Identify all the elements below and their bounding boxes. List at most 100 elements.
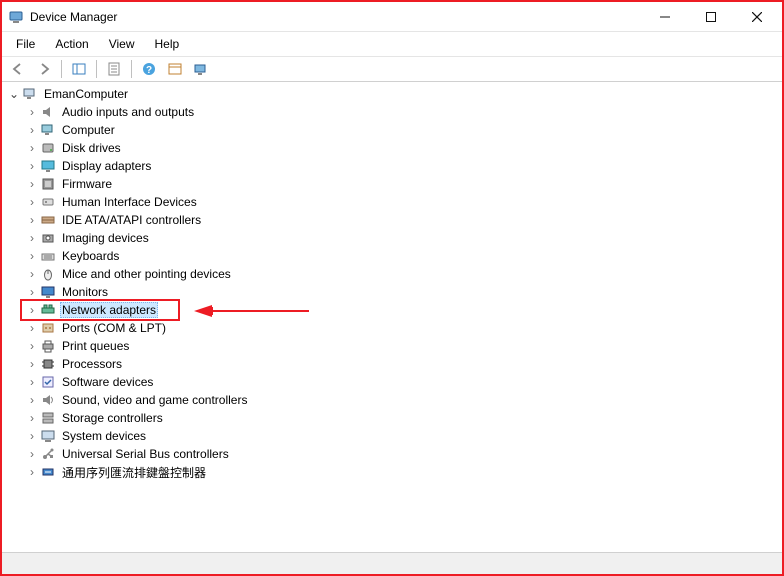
printer-icon [40,338,56,354]
tree-category-node[interactable]: › Human Interface Devices [24,193,782,211]
tree-category-label: Software devices [60,375,155,389]
forward-button[interactable] [32,58,56,80]
tree-category-node[interactable]: › Computer [24,121,782,139]
ide-icon [40,212,56,228]
audio-icon [40,104,56,120]
svg-text:?: ? [146,65,152,76]
menu-help[interactable]: Help [145,34,190,54]
tree-content[interactable]: ⌄ EmanComputer › Audio inputs and outputs… [2,82,782,552]
expand-icon[interactable]: › [24,410,40,426]
expand-icon[interactable]: › [24,428,40,444]
hid-icon [40,194,56,210]
tree-category-label: Monitors [60,285,110,299]
tree-category-label: System devices [60,429,148,443]
show-hide-console-button[interactable] [67,58,91,80]
menu-view[interactable]: View [99,34,145,54]
collapse-icon[interactable]: ⌄ [6,86,22,102]
tree-category-node[interactable]: ›Imaging devices [24,229,782,247]
properties-button[interactable] [102,58,126,80]
expand-icon[interactable]: › [24,122,40,138]
tree-category-node[interactable]: › 通用序列匯流排鍵盤控制器 [24,463,782,481]
tree-category-node[interactable]: › Monitors [24,283,782,301]
tree-category-node[interactable]: › Software devices [24,373,782,391]
toolbar-separator [131,60,132,78]
tree-category-label: Firmware [60,177,114,191]
menu-file[interactable]: File [6,34,45,54]
app-icon [8,9,24,25]
devices-button[interactable] [189,58,213,80]
expand-icon[interactable]: › [24,284,40,300]
tree-category-label: Network adapters [60,302,158,318]
titlebar: Device Manager [2,2,782,32]
maximize-button[interactable] [688,3,734,31]
tree-root-label: EmanComputer [42,87,130,101]
tree-category-label: IDE ATA/ATAPI controllers [60,213,203,227]
statusbar [2,552,782,574]
tree-category-node[interactable]: › Firmware [24,175,782,193]
tree-category-label: Keyboards [60,249,121,263]
scan-hardware-button[interactable] [163,58,187,80]
expand-icon[interactable]: › [24,158,40,174]
tree-category-node[interactable]: › Keyboards [24,247,782,265]
tree-category-label: Display adapters [60,159,153,173]
minimize-button[interactable] [642,3,688,31]
tree-category-node[interactable]: ›Universal Serial Bus controllers [24,445,782,463]
expand-icon[interactable]: › [24,176,40,192]
tree-category-label: Processors [60,357,124,371]
expand-icon[interactable]: › [24,302,40,318]
tree-category-node[interactable]: ›Disk drives [24,139,782,157]
expand-icon[interactable]: › [24,212,40,228]
tree-category-label: Computer [60,123,117,137]
expand-icon[interactable]: › [24,392,40,408]
tree-category-node[interactable]: ›Storage controllers [24,409,782,427]
tree-category-node[interactable]: › Audio inputs and outputs [24,103,782,121]
monitor-icon [40,284,56,300]
tree-category-label: Print queues [60,339,131,353]
software-icon [40,374,56,390]
tree-category-label: Audio inputs and outputs [60,105,196,119]
close-button[interactable] [734,3,780,31]
menubar: File Action View Help [2,32,782,56]
tree-category-node[interactable]: › Processors [24,355,782,373]
tree-root-node[interactable]: ⌄ EmanComputer [4,85,782,103]
tree-category-label: 通用序列匯流排鍵盤控制器 [60,464,208,481]
computer-icon [22,86,38,102]
tree-category-label: Human Interface Devices [60,195,199,209]
cpu-icon [40,356,56,372]
tree-category-node[interactable]: ›Mice and other pointing devices [24,265,782,283]
tree-category-label: Ports (COM & LPT) [60,321,168,335]
expand-icon[interactable]: › [24,374,40,390]
window-controls [642,3,780,31]
expand-icon[interactable]: › [24,356,40,372]
toolbar-separator [96,60,97,78]
tree-category-node[interactable]: › IDE ATA/ATAPI controllers [24,211,782,229]
system-icon [40,428,56,444]
display-icon [40,158,56,174]
expand-icon[interactable]: › [24,320,40,336]
expand-icon[interactable]: › [24,266,40,282]
help-button[interactable]: ? [137,58,161,80]
storage-icon [40,410,56,426]
tree-category-node[interactable]: › Display adapters [24,157,782,175]
tree-category-node[interactable]: › Print queues [24,337,782,355]
expand-icon[interactable]: › [24,446,40,462]
computer-icon [40,122,56,138]
tree-category-node[interactable]: › Sound, video and game controllers [24,391,782,409]
firmware-icon [40,176,56,192]
tree-category-node[interactable]: › Network adapters [24,301,782,319]
mouse-icon [40,266,56,282]
expand-icon[interactable]: › [24,464,40,480]
expand-icon[interactable]: › [24,248,40,264]
tree-category-node[interactable]: › Ports (COM & LPT) [24,319,782,337]
sound-icon [40,392,56,408]
tree-category-node[interactable]: › System devices [24,427,782,445]
tree-category-label: Sound, video and game controllers [60,393,249,407]
expand-icon[interactable]: › [24,140,40,156]
back-button[interactable] [6,58,30,80]
expand-icon[interactable]: › [24,104,40,120]
expand-icon[interactable]: › [24,194,40,210]
network-icon [40,302,56,318]
expand-icon[interactable]: › [24,230,40,246]
menu-action[interactable]: Action [45,34,98,54]
expand-icon[interactable]: › [24,338,40,354]
